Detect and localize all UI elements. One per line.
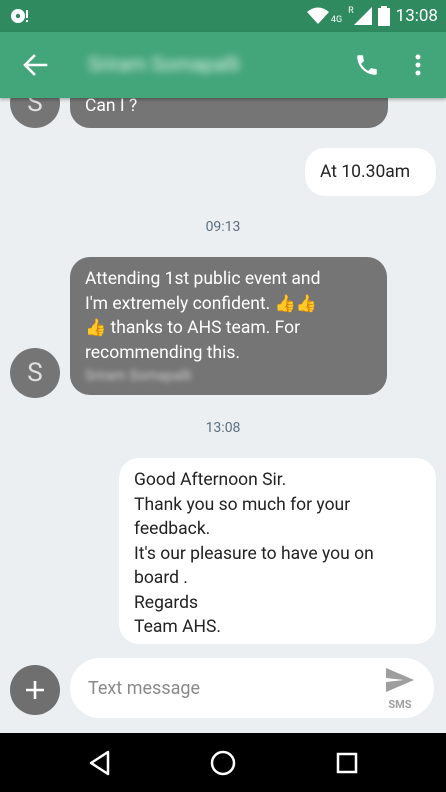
message-line: Regards	[134, 592, 199, 613]
send-type-label: SMS	[388, 698, 412, 711]
message-line: Team AHS.	[134, 617, 221, 637]
compose-bar: SMS	[70, 658, 434, 718]
message-text: At 10.30am	[320, 162, 411, 182]
nav-back-icon[interactable]	[86, 749, 114, 777]
notification-icon	[11, 9, 28, 23]
nav-recents-icon[interactable]	[333, 749, 361, 777]
send-button[interactable]: SMS	[380, 668, 420, 711]
thumbs-up-emoji-icon: 👍	[85, 318, 107, 338]
message-input[interactable]	[88, 670, 358, 706]
message-line: It's our pleasure to have you on	[134, 543, 374, 564]
send-icon	[386, 668, 414, 692]
clock: 13:08	[395, 6, 438, 26]
message-bubble-outgoing[interactable]: At 10.30am	[305, 148, 436, 196]
battery-icon	[377, 6, 390, 26]
app-bar: Sriram Somapalli	[0, 32, 446, 98]
message-line: Good Afternoon Sir.	[134, 470, 287, 490]
signal-icon	[353, 7, 372, 25]
contact-name[interactable]: Sriram Somapalli	[88, 52, 240, 76]
message-line: recommending this.	[85, 342, 241, 363]
message-bubble-incoming[interactable]: Can I ?	[70, 98, 388, 128]
timestamp: 13:08	[205, 420, 241, 436]
plus-icon	[26, 681, 44, 699]
message-line: feedback.	[134, 519, 211, 539]
more-options-icon[interactable]	[410, 52, 426, 78]
contact-avatar[interactable]: S	[10, 348, 60, 398]
message-line: I'm extremely confident.	[85, 293, 271, 314]
back-arrow-icon[interactable]	[22, 53, 48, 77]
message-bubble-incoming[interactable]: Attending 1st public event and I'm extre…	[70, 257, 387, 395]
timestamp: 09:13	[205, 219, 241, 235]
thumbs-up-emoji-icon: 👍👍	[274, 293, 317, 314]
phone-call-icon[interactable]	[354, 52, 380, 78]
message-text: Can I ?	[85, 98, 138, 116]
nav-home-icon[interactable]	[209, 749, 237, 777]
message-line: Thank you so much for your	[134, 494, 351, 515]
system-nav-bar	[0, 733, 446, 792]
message-line: board .	[134, 568, 188, 588]
message-bubble-outgoing[interactable]: Good Afternoon Sir. Thank you so much fo…	[119, 458, 436, 644]
sender-name: Sriram Somapalli	[85, 368, 192, 384]
wifi-icon	[306, 7, 329, 24]
status-bar: 4G R 13:08	[0, 0, 446, 32]
network-type: 4G	[330, 15, 343, 25]
add-attachment-button[interactable]	[10, 665, 60, 715]
message-line: thanks to AHS team. For	[110, 318, 301, 338]
conversation[interactable]: S Can I ? At 10.30am 09:13 Attending 1st…	[0, 98, 446, 658]
contact-avatar[interactable]: S	[10, 98, 60, 128]
message-line: Attending 1st public event and	[85, 269, 321, 289]
